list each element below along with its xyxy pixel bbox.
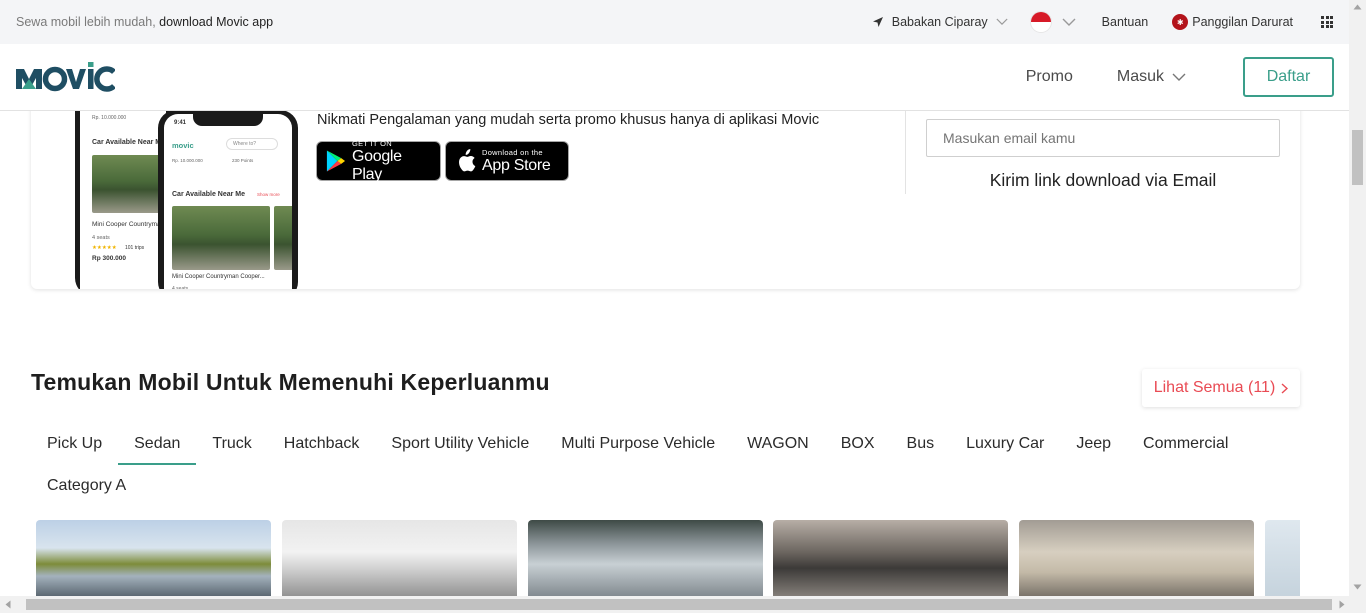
google-play-big: Google Play bbox=[351, 147, 402, 183]
phone-price-back: Rp 300.000 bbox=[92, 255, 126, 262]
tab-multi-purpose-vehicle[interactable]: Multi Purpose Vehicle bbox=[545, 423, 731, 465]
download-app-link[interactable]: download Movic app bbox=[159, 15, 273, 29]
login-label: Masuk bbox=[1116, 68, 1164, 85]
apple-icon bbox=[459, 149, 476, 172]
tab-wagon[interactable]: WAGON bbox=[731, 423, 825, 465]
tab-jeep[interactable]: Jeep bbox=[1060, 423, 1127, 465]
phone-balance-front: Rp. 10.000.000 bbox=[172, 158, 203, 163]
movic-logo[interactable] bbox=[15, 61, 115, 93]
car-card-image[interactable] bbox=[1019, 520, 1254, 600]
login-menu[interactable]: Masuk bbox=[1117, 68, 1186, 86]
download-tagline: Nikmati Pengalaman yang mudah serta prom… bbox=[317, 112, 820, 128]
tab-luxury-car[interactable]: Luxury Car bbox=[950, 423, 1060, 465]
car-card-image[interactable] bbox=[1265, 520, 1300, 600]
send-download-link-button[interactable]: Kirim link download via Email bbox=[926, 170, 1280, 191]
tab-category-a[interactable]: Category A bbox=[31, 465, 142, 507]
app-promo-text: Sewa mobil lebih mudah, download Movic a… bbox=[16, 15, 274, 29]
tab-box[interactable]: BOX bbox=[825, 423, 891, 465]
category-tabs: Pick Up Sedan Truck Hatchback Sport Util… bbox=[31, 423, 1271, 507]
scroll-down-icon[interactable] bbox=[1353, 584, 1362, 590]
chevron-down-icon bbox=[1172, 73, 1186, 81]
emergency-icon: ✱ bbox=[1172, 14, 1189, 30]
movic-logo-mark bbox=[16, 62, 115, 92]
top-strip: Sewa mobil lebih mudah, download Movic a… bbox=[0, 0, 1349, 44]
tab-sedan[interactable]: Sedan bbox=[118, 423, 197, 465]
google-play-badge[interactable]: GET IT ON Google Play bbox=[316, 138, 441, 183]
car-card-image[interactable] bbox=[528, 520, 763, 600]
horizontal-scroll-thumb[interactable] bbox=[26, 599, 1332, 610]
phone-trips-back: 101 trips bbox=[125, 245, 145, 251]
chevron-down-icon bbox=[996, 18, 1008, 25]
scroll-up-icon[interactable] bbox=[1353, 4, 1362, 10]
chevron-down-icon bbox=[1062, 18, 1076, 26]
phone-car-name: Mini Cooper Countryman Cooper... bbox=[172, 274, 265, 280]
see-all-label: Lihat Semua (11) bbox=[1153, 379, 1276, 396]
phone-section-back: Car Available Near Me bbox=[92, 139, 166, 146]
phone-car-name-back: Mini Cooper Countryma bbox=[92, 221, 161, 228]
vertical-scroll-thumb[interactable] bbox=[1352, 130, 1363, 185]
car-photo bbox=[274, 206, 292, 270]
phone-seats: 4 seats bbox=[172, 286, 189, 289]
tab-sport-utility-vehicle[interactable]: Sport Utility Vehicle bbox=[375, 423, 545, 465]
emergency-label: Panggilan Darurat bbox=[1192, 15, 1293, 29]
navigation-arrow-icon bbox=[872, 17, 883, 27]
tab-pick-up[interactable]: Pick Up bbox=[31, 423, 118, 465]
promo-nav-link[interactable]: Promo bbox=[1026, 68, 1073, 86]
car-card-image[interactable] bbox=[282, 520, 517, 600]
google-play-small: GET IT ON bbox=[351, 138, 392, 148]
tab-bus[interactable]: Bus bbox=[891, 423, 951, 465]
car-carousel bbox=[36, 520, 1300, 600]
app-store-badge[interactable]: Download on the App Store bbox=[445, 141, 569, 181]
indonesia-flag-icon bbox=[1029, 11, 1052, 33]
car-card-image[interactable] bbox=[773, 520, 1008, 600]
car-photo bbox=[92, 155, 166, 213]
tab-commercial[interactable]: Commercial bbox=[1127, 423, 1244, 465]
phone-time: 9:41 bbox=[174, 120, 187, 126]
car-card-image[interactable] bbox=[36, 520, 271, 600]
register-button[interactable]: Daftar bbox=[1243, 57, 1334, 97]
phone-seats-back: 4 seats bbox=[92, 235, 110, 241]
vertical-scrollbar[interactable] bbox=[1349, 0, 1366, 596]
emergency-call-link[interactable]: ✱ Panggilan Darurat bbox=[1172, 14, 1293, 30]
see-all-button[interactable]: Lihat Semua (11) bbox=[1142, 369, 1300, 407]
car-photo bbox=[172, 206, 270, 270]
phone-app-name: movic bbox=[172, 141, 194, 150]
scroll-right-icon[interactable] bbox=[1339, 600, 1345, 609]
help-link[interactable]: Bantuan bbox=[1102, 15, 1149, 29]
apps-grid-icon[interactable] bbox=[1321, 16, 1333, 28]
tab-hatchback[interactable]: Hatchback bbox=[268, 423, 376, 465]
scroll-left-icon[interactable] bbox=[5, 600, 11, 609]
google-play-icon bbox=[326, 150, 346, 172]
phone-points: 230 Points bbox=[232, 158, 254, 163]
tab-truck[interactable]: Truck bbox=[196, 423, 267, 465]
main-navbar: Promo Masuk Daftar bbox=[0, 44, 1349, 111]
phone-mockup-back: Rp. 10.000.000 Car Available Near Me Min… bbox=[75, 96, 171, 289]
phone-search-hint: Where to? bbox=[226, 138, 278, 150]
chevron-right-icon bbox=[1281, 382, 1289, 394]
phone-mockup-front: 9:41 movic Where to? Rp. 10.000.000 230 … bbox=[158, 110, 298, 289]
app-download-card: Rp. 10.000.000 Car Available Near Me Min… bbox=[31, 96, 1300, 289]
section-title: Temukan Mobil Untuk Memenuhi Keperluanmu bbox=[31, 369, 550, 395]
language-selector[interactable] bbox=[1029, 11, 1076, 33]
location-label: Babakan Ciparay bbox=[891, 15, 988, 29]
phone-see-more: Show more bbox=[257, 192, 280, 197]
location-selector[interactable]: Babakan Ciparay bbox=[872, 15, 1008, 29]
email-input[interactable] bbox=[926, 119, 1280, 157]
horizontal-scrollbar[interactable] bbox=[0, 596, 1366, 613]
rating-stars: ★★★★★ bbox=[92, 245, 117, 251]
phone-section-title: Car Available Near Me bbox=[172, 191, 246, 198]
phone-balance: Rp. 10.000.000 bbox=[92, 115, 127, 121]
app-store-big: App Store bbox=[482, 156, 551, 174]
app-store-small: Download on the bbox=[482, 147, 543, 157]
